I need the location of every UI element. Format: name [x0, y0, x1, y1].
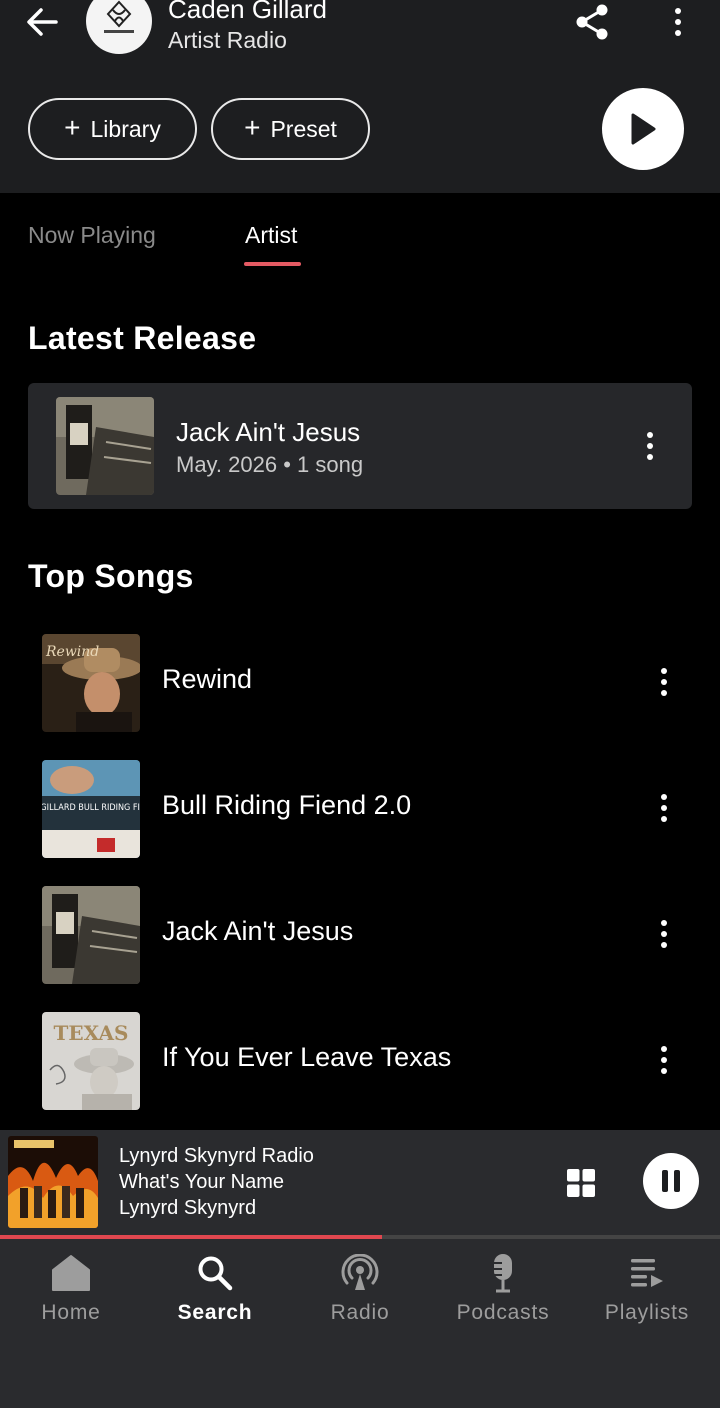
album-art — [56, 397, 154, 495]
album-art: CADEN GILLARD BULL RIDING FIEND 2.0 — [42, 760, 140, 858]
back-arrow-icon — [27, 8, 58, 36]
song-row[interactable]: Rewind Rewind — [0, 626, 720, 736]
latest-release-heading: Latest Release — [28, 320, 257, 356]
song-more-button[interactable] — [650, 1041, 678, 1079]
release-title: Jack Ain't Jesus — [176, 417, 361, 447]
preset-label: Preset — [270, 115, 337, 142]
pause-button[interactable] — [643, 1153, 699, 1209]
album-art — [42, 886, 140, 984]
more-vertical-icon — [661, 668, 667, 696]
song-title: Bull Riding Fiend 2.0 — [162, 790, 412, 820]
song-row[interactable]: Jack Ain't Jesus — [0, 878, 720, 988]
nav-radio-label: Radio — [330, 1301, 390, 1324]
release-meta: May. 2026 • 1 song — [176, 452, 364, 477]
album-art-text: Rewind — [45, 644, 99, 660]
more-vertical-icon — [675, 8, 681, 36]
nav-search[interactable]: Search — [145, 1251, 285, 1341]
pause-icon — [662, 1170, 668, 1192]
track-artist: Lynyrd Skynyrd — [119, 1197, 257, 1219]
search-icon — [193, 1251, 237, 1295]
nav-playlists[interactable]: Playlists — [577, 1251, 717, 1341]
song-more-button[interactable] — [650, 789, 678, 827]
artist-avatar — [86, 0, 152, 54]
artist-name: Caden Gillard — [168, 0, 327, 24]
playlist-icon — [625, 1251, 669, 1295]
nav-home[interactable]: Home — [1, 1251, 141, 1341]
bottom-nav: Home Search Radio Podcasts Playlists — [0, 1239, 720, 1408]
more-vertical-icon — [647, 432, 653, 460]
tab-now-playing[interactable]: Now Playing — [28, 222, 156, 249]
share-button[interactable] — [572, 2, 612, 42]
nav-podcasts-label: Podcasts — [456, 1301, 550, 1324]
more-vertical-icon — [661, 794, 667, 822]
station-type: Artist Radio — [168, 27, 287, 53]
add-to-library-button[interactable]: + Library — [28, 98, 197, 160]
play-button[interactable] — [602, 88, 684, 170]
active-tab-indicator — [244, 262, 301, 266]
song-row[interactable]: TEXAS If You Ever Leave Texas — [0, 1004, 720, 1114]
microphone-icon — [481, 1251, 525, 1295]
nav-radio[interactable]: Radio — [290, 1251, 430, 1341]
share-icon — [576, 4, 608, 40]
release-more-button[interactable] — [636, 427, 664, 465]
track-title: What's Your Name — [119, 1171, 285, 1193]
nav-search-label: Search — [177, 1301, 253, 1324]
more-vertical-icon — [661, 1046, 667, 1074]
more-vertical-icon — [661, 920, 667, 948]
now-playing-art — [8, 1136, 98, 1228]
queue-button[interactable] — [566, 1168, 596, 1198]
song-title: Jack Ain't Jesus — [162, 916, 354, 946]
song-more-button[interactable] — [650, 915, 678, 953]
plus-icon: + — [244, 111, 261, 143]
station-name: Lynyrd Skynyrd Radio — [119, 1145, 314, 1167]
mini-player[interactable]: Lynyrd Skynyrd Radio What's Your Name Ly… — [0, 1130, 720, 1236]
add-preset-button[interactable]: + Preset — [211, 98, 370, 160]
library-label: Library — [90, 115, 161, 142]
nav-playlists-label: Playlists — [604, 1301, 690, 1324]
nav-podcasts[interactable]: Podcasts — [433, 1251, 573, 1341]
tab-artist[interactable]: Artist — [245, 222, 297, 249]
top-songs-heading: Top Songs — [28, 558, 194, 594]
song-more-button[interactable] — [650, 663, 678, 701]
more-options-button[interactable] — [660, 2, 696, 42]
grid-icon — [567, 1169, 595, 1197]
header: Caden Gillard Artist Radio + Library + P… — [0, 0, 720, 193]
song-title: If You Ever Leave Texas — [162, 1042, 452, 1072]
song-title: Rewind — [162, 664, 253, 694]
nav-home-label: Home — [41, 1301, 101, 1324]
album-art: Rewind — [42, 634, 140, 732]
back-button[interactable] — [22, 4, 62, 40]
album-art: TEXAS — [42, 1012, 140, 1110]
latest-release-card[interactable]: Jack Ain't Jesus May. 2026 • 1 song — [28, 383, 692, 509]
radio-icon — [338, 1251, 382, 1295]
album-art-text: TEXAS — [54, 1021, 129, 1045]
home-icon — [49, 1251, 93, 1295]
album-art-text: CADEN GILLARD BULL RIDING FIEND 2.0 — [42, 803, 140, 813]
play-icon — [631, 113, 656, 145]
song-row[interactable]: CADEN GILLARD BULL RIDING FIEND 2.0 Bull… — [0, 752, 720, 862]
plus-icon: + — [64, 111, 81, 143]
